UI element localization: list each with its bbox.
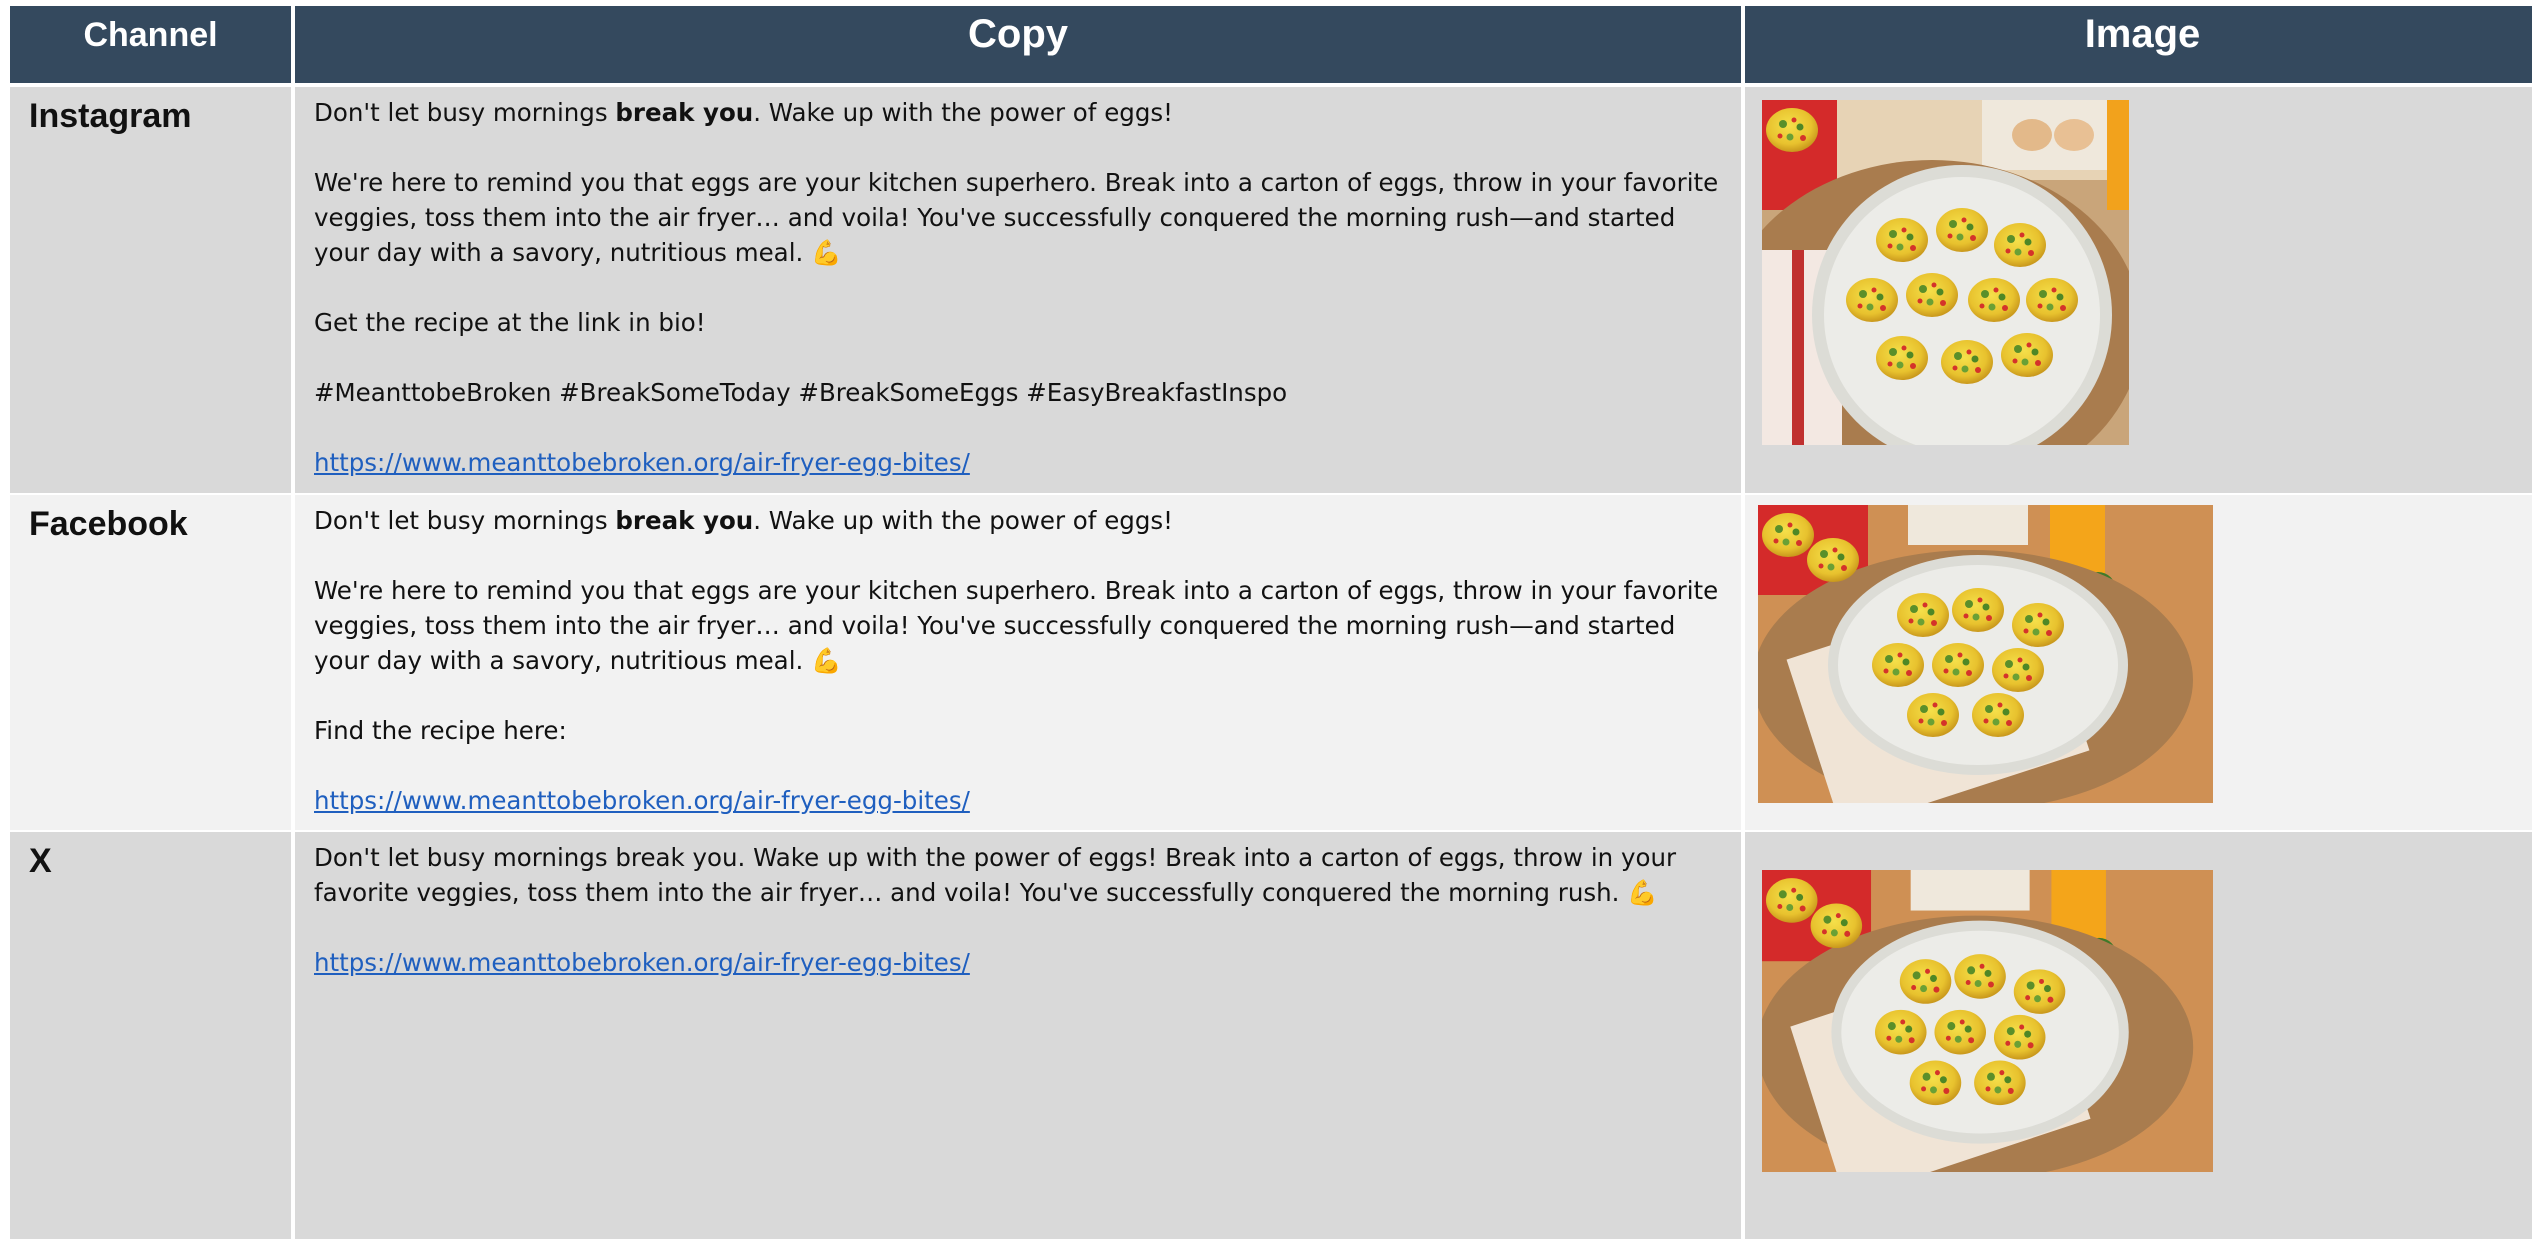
copy-body: We're here to remind you that eggs are y… [314, 168, 1719, 267]
copy-facebook: Don't let busy mornings break you. Wake … [295, 495, 1741, 832]
flexed-biceps-icon: 💪 [811, 238, 842, 267]
egg-bites-photo [1758, 505, 2213, 803]
copy-body: We're here to remind you that eggs are y… [314, 576, 1719, 675]
copy-cta: Get the recipe at the link in bio! [314, 308, 706, 337]
copy-x: Don't let busy mornings break you. Wake … [295, 832, 1741, 1239]
header-channel: Channel [10, 6, 291, 87]
copy-intro: Don't let busy mornings break you. Wake … [314, 98, 1173, 127]
channel-instagram: Instagram [10, 87, 291, 495]
recipe-link[interactable]: https://www.meanttobebroken.org/air-frye… [314, 786, 970, 815]
recipe-link[interactable]: https://www.meanttobebroken.org/air-frye… [314, 448, 970, 477]
egg-bites-photo [1762, 870, 2213, 1172]
copy-intro: Don't let busy mornings break you. Wake … [314, 506, 1173, 535]
copy-cta: Find the recipe here: [314, 716, 567, 745]
image-facebook [1745, 495, 2532, 832]
recipe-link[interactable]: https://www.meanttobebroken.org/air-frye… [314, 948, 970, 977]
image-instagram [1745, 87, 2532, 495]
copy-instagram: Don't let busy mornings break you. Wake … [295, 87, 1741, 495]
channel-x: X [10, 832, 291, 1239]
copy-body: Don't let busy mornings break you. Wake … [314, 843, 1677, 907]
copy-hashtags: #MeanttobeBroken #BreakSomeToday #BreakS… [314, 378, 1288, 407]
image-x [1745, 832, 2532, 1239]
flexed-biceps-icon: 💪 [811, 646, 842, 675]
flexed-biceps-icon: 💪 [1627, 878, 1658, 907]
header-copy: Copy [295, 6, 1741, 87]
header-image: Image [1745, 6, 2532, 87]
channel-facebook: Facebook [10, 495, 291, 832]
content-table: Channel Copy Image Instagram Don't let b… [10, 6, 2532, 1239]
egg-bites-photo [1762, 100, 2129, 445]
